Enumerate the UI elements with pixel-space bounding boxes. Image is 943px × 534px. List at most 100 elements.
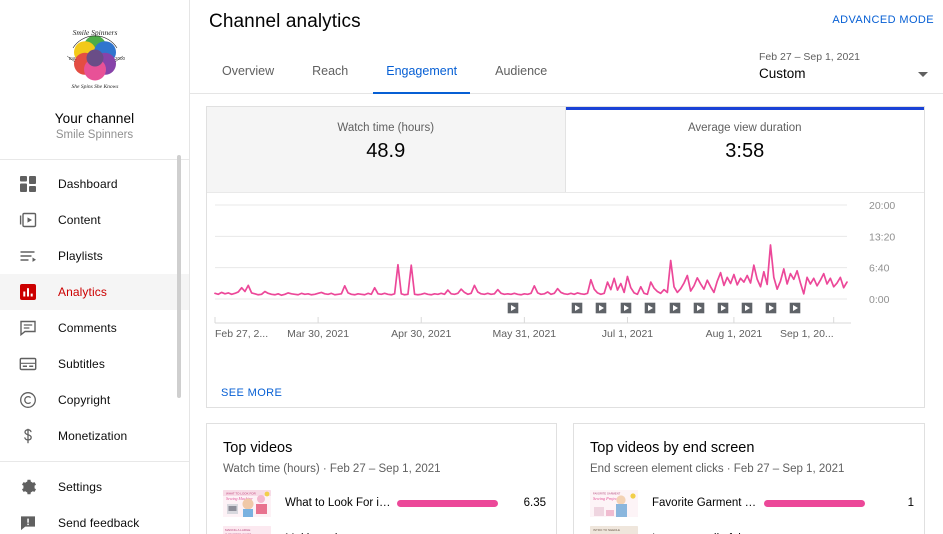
video-title: What to Look For in ...: [285, 497, 391, 509]
metric-label: Average view duration: [687, 122, 802, 134]
sidebar-item-copyright[interactable]: Copyright: [0, 382, 189, 418]
video-value: 6.35: [523, 497, 546, 509]
top-videos-card: Top videos Watch time (hours) · Feb 27 –…: [206, 423, 557, 534]
analytics-icon: [16, 280, 40, 304]
svg-text:Mar 30, 2021: Mar 30, 2021: [287, 328, 349, 340]
video-marker-icon[interactable]: [716, 301, 730, 315]
analytics-chart-card: Watch time (hours) 48.9 Average view dur…: [206, 106, 925, 408]
svg-text:Feb 27, 2...: Feb 27, 2...: [215, 328, 268, 340]
thumbnail-making-a-large-gather: MAKING A LARGE GATHERED SKIRT: [223, 525, 271, 534]
metric-watch-time[interactable]: Watch time (hours) 48.9: [207, 107, 566, 192]
sidebar: Smile Spinners Est. 2000 She Spins She K…: [0, 0, 190, 534]
svg-text:Sep 1, 20...: Sep 1, 20...: [780, 328, 834, 340]
channel-avatar-logo[interactable]: Smile Spinners Est. 2000 She Spins She K…: [54, 18, 135, 98]
tab-overview[interactable]: Overview: [209, 47, 287, 94]
gear-icon: [16, 475, 40, 499]
video-marker-icon[interactable]: [619, 301, 633, 315]
svg-text:Smile Spinners: Smile Spinners: [72, 28, 117, 37]
svg-text:INTRO TO NEEDLE: INTRO TO NEEDLE: [593, 528, 620, 532]
playlists-icon: [16, 244, 40, 268]
card-title: Top videos: [223, 440, 293, 456]
list-item[interactable]: MAKING A LARGE GATHERED SKIRT Making a l…: [223, 524, 546, 534]
video-marker-icon[interactable]: [594, 301, 608, 315]
video-marker-icon[interactable]: [788, 301, 802, 315]
feedback-icon: [16, 511, 40, 534]
video-bar-cell: [764, 499, 866, 507]
sidebar-item-dashboard[interactable]: Dashboard: [0, 166, 189, 202]
channel-block[interactable]: Smile Spinners Est. 2000 She Spins She K…: [0, 0, 189, 151]
metric-average-view-duration[interactable]: Average view duration 3:58: [565, 107, 924, 192]
channel-heading: Your channel: [54, 111, 135, 126]
line-chart[interactable]: 20:00 13:20 6:40 0:00 Feb 27, 2... Mar 30, 20…: [207, 193, 924, 408]
content-icon: [16, 208, 40, 232]
metric-value: 48.9: [366, 140, 406, 162]
sidebar-item-label: Copyright: [58, 393, 111, 407]
sidebar-item-comments[interactable]: Comments: [0, 310, 189, 346]
top-videos-by-end-screen-card: Top videos by end screen End screen elem…: [573, 423, 925, 534]
sidebar-item-playlists[interactable]: Playlists: [0, 238, 189, 274]
sidebar-item-send-feedback[interactable]: Send feedback: [0, 505, 189, 534]
svg-text:MAKING A LARGE: MAKING A LARGE: [225, 528, 250, 532]
date-range-picker[interactable]: Feb 27 – Sep 1, 2021 Custom: [738, 47, 943, 94]
monetization-icon: [16, 424, 40, 448]
tab-engagement[interactable]: Engagement: [373, 47, 471, 94]
sidebar-item-label: Dashboard: [58, 177, 118, 191]
metric-label: Watch time (hours): [337, 122, 435, 134]
video-marker-icon[interactable]: [668, 301, 682, 315]
dashboard-icon: [16, 172, 40, 196]
tab-audience[interactable]: Audience: [482, 47, 560, 94]
sidebar-divider-top: [0, 159, 189, 160]
sidebar-item-content[interactable]: Content: [0, 202, 189, 238]
sidebar-divider-bottom: [0, 461, 189, 462]
video-marker-icon[interactable]: [740, 301, 754, 315]
channel-name: Smile Spinners: [55, 129, 134, 141]
metric-tabs: Watch time (hours) 48.9 Average view dur…: [207, 107, 924, 193]
page-header: Channel analytics ADVANCED MODE: [190, 0, 943, 47]
video-bar: [396, 499, 498, 507]
sidebar-item-subtitles[interactable]: Subtitles: [0, 346, 189, 382]
date-range-preset: Custom: [759, 66, 806, 81]
tabs: Overview Reach Engagement Audience: [209, 47, 572, 94]
list-item[interactable]: INTRO TO NEEDLE Intro to needle fel...: [590, 524, 914, 534]
svg-text:FAVORITE GARMENT: FAVORITE GARMENT: [593, 491, 621, 495]
svg-text:2000: 2000: [115, 56, 126, 61]
tab-bar: Overview Reach Engagement Audience Feb 2…: [190, 47, 943, 94]
svg-text:13:20: 13:20: [869, 231, 895, 243]
thumbnail-what-to-look-for: WHAT TO LOOK FOR Sewing Machine: [223, 489, 271, 517]
svg-text:Sewing Projects: Sewing Projects: [593, 496, 620, 501]
svg-text:20:00: 20:00: [869, 200, 895, 212]
sidebar-item-monetization[interactable]: Monetization: [0, 418, 189, 454]
video-list: WHAT TO LOOK FOR Sewing Machine What to …: [223, 488, 546, 534]
video-marker-icon[interactable]: [506, 301, 520, 315]
tab-reach[interactable]: Reach: [299, 47, 361, 94]
advanced-mode-button[interactable]: ADVANCED MODE: [832, 14, 934, 26]
list-item[interactable]: WHAT TO LOOK FOR Sewing Machine What to …: [223, 488, 546, 518]
sidebar-scrollbar[interactable]: [177, 155, 181, 398]
sidebar-item-label: Playlists: [58, 249, 103, 263]
metric-value: 3:58: [725, 140, 765, 162]
sidebar-item-label: Send feedback: [58, 516, 140, 530]
video-marker-icon[interactable]: [692, 301, 706, 315]
copyright-icon: [16, 388, 40, 412]
video-marker-icon[interactable]: [764, 301, 778, 315]
sidebar-item-analytics[interactable]: Analytics: [0, 274, 189, 310]
video-marker-icon[interactable]: [570, 301, 584, 315]
sidebar-item-label: Subtitles: [58, 357, 105, 371]
youtube-studio-analytics-page: Smile Spinners Est. 2000 She Spins She K…: [0, 0, 943, 534]
card-subtitle: End screen element clicks · Feb 27 – Sep…: [590, 463, 845, 475]
thumbnail-intro-to-needle: INTRO TO NEEDLE: [590, 525, 638, 534]
video-value: 1: [907, 497, 915, 509]
video-list: FAVORITE GARMENT Sewing Projects Favorit…: [590, 488, 914, 534]
see-more-link[interactable]: SEE MORE: [221, 387, 282, 399]
sidebar-item-label: Settings: [58, 480, 103, 494]
page-title: Channel analytics: [209, 11, 361, 32]
sidebar-item-label: Content: [58, 213, 101, 227]
video-title: Favorite Garment S...: [652, 497, 759, 509]
thumbnail-favorite-garment: FAVORITE GARMENT Sewing Projects: [590, 489, 638, 517]
list-item[interactable]: FAVORITE GARMENT Sewing Projects Favorit…: [590, 488, 914, 518]
date-range-value: Feb 27 – Sep 1, 2021: [759, 51, 860, 63]
video-marker-icon[interactable]: [643, 301, 657, 315]
card-title: Top videos by end screen: [590, 440, 755, 456]
svg-text:0:00: 0:00: [869, 294, 890, 306]
sidebar-item-settings[interactable]: Settings: [0, 469, 189, 505]
